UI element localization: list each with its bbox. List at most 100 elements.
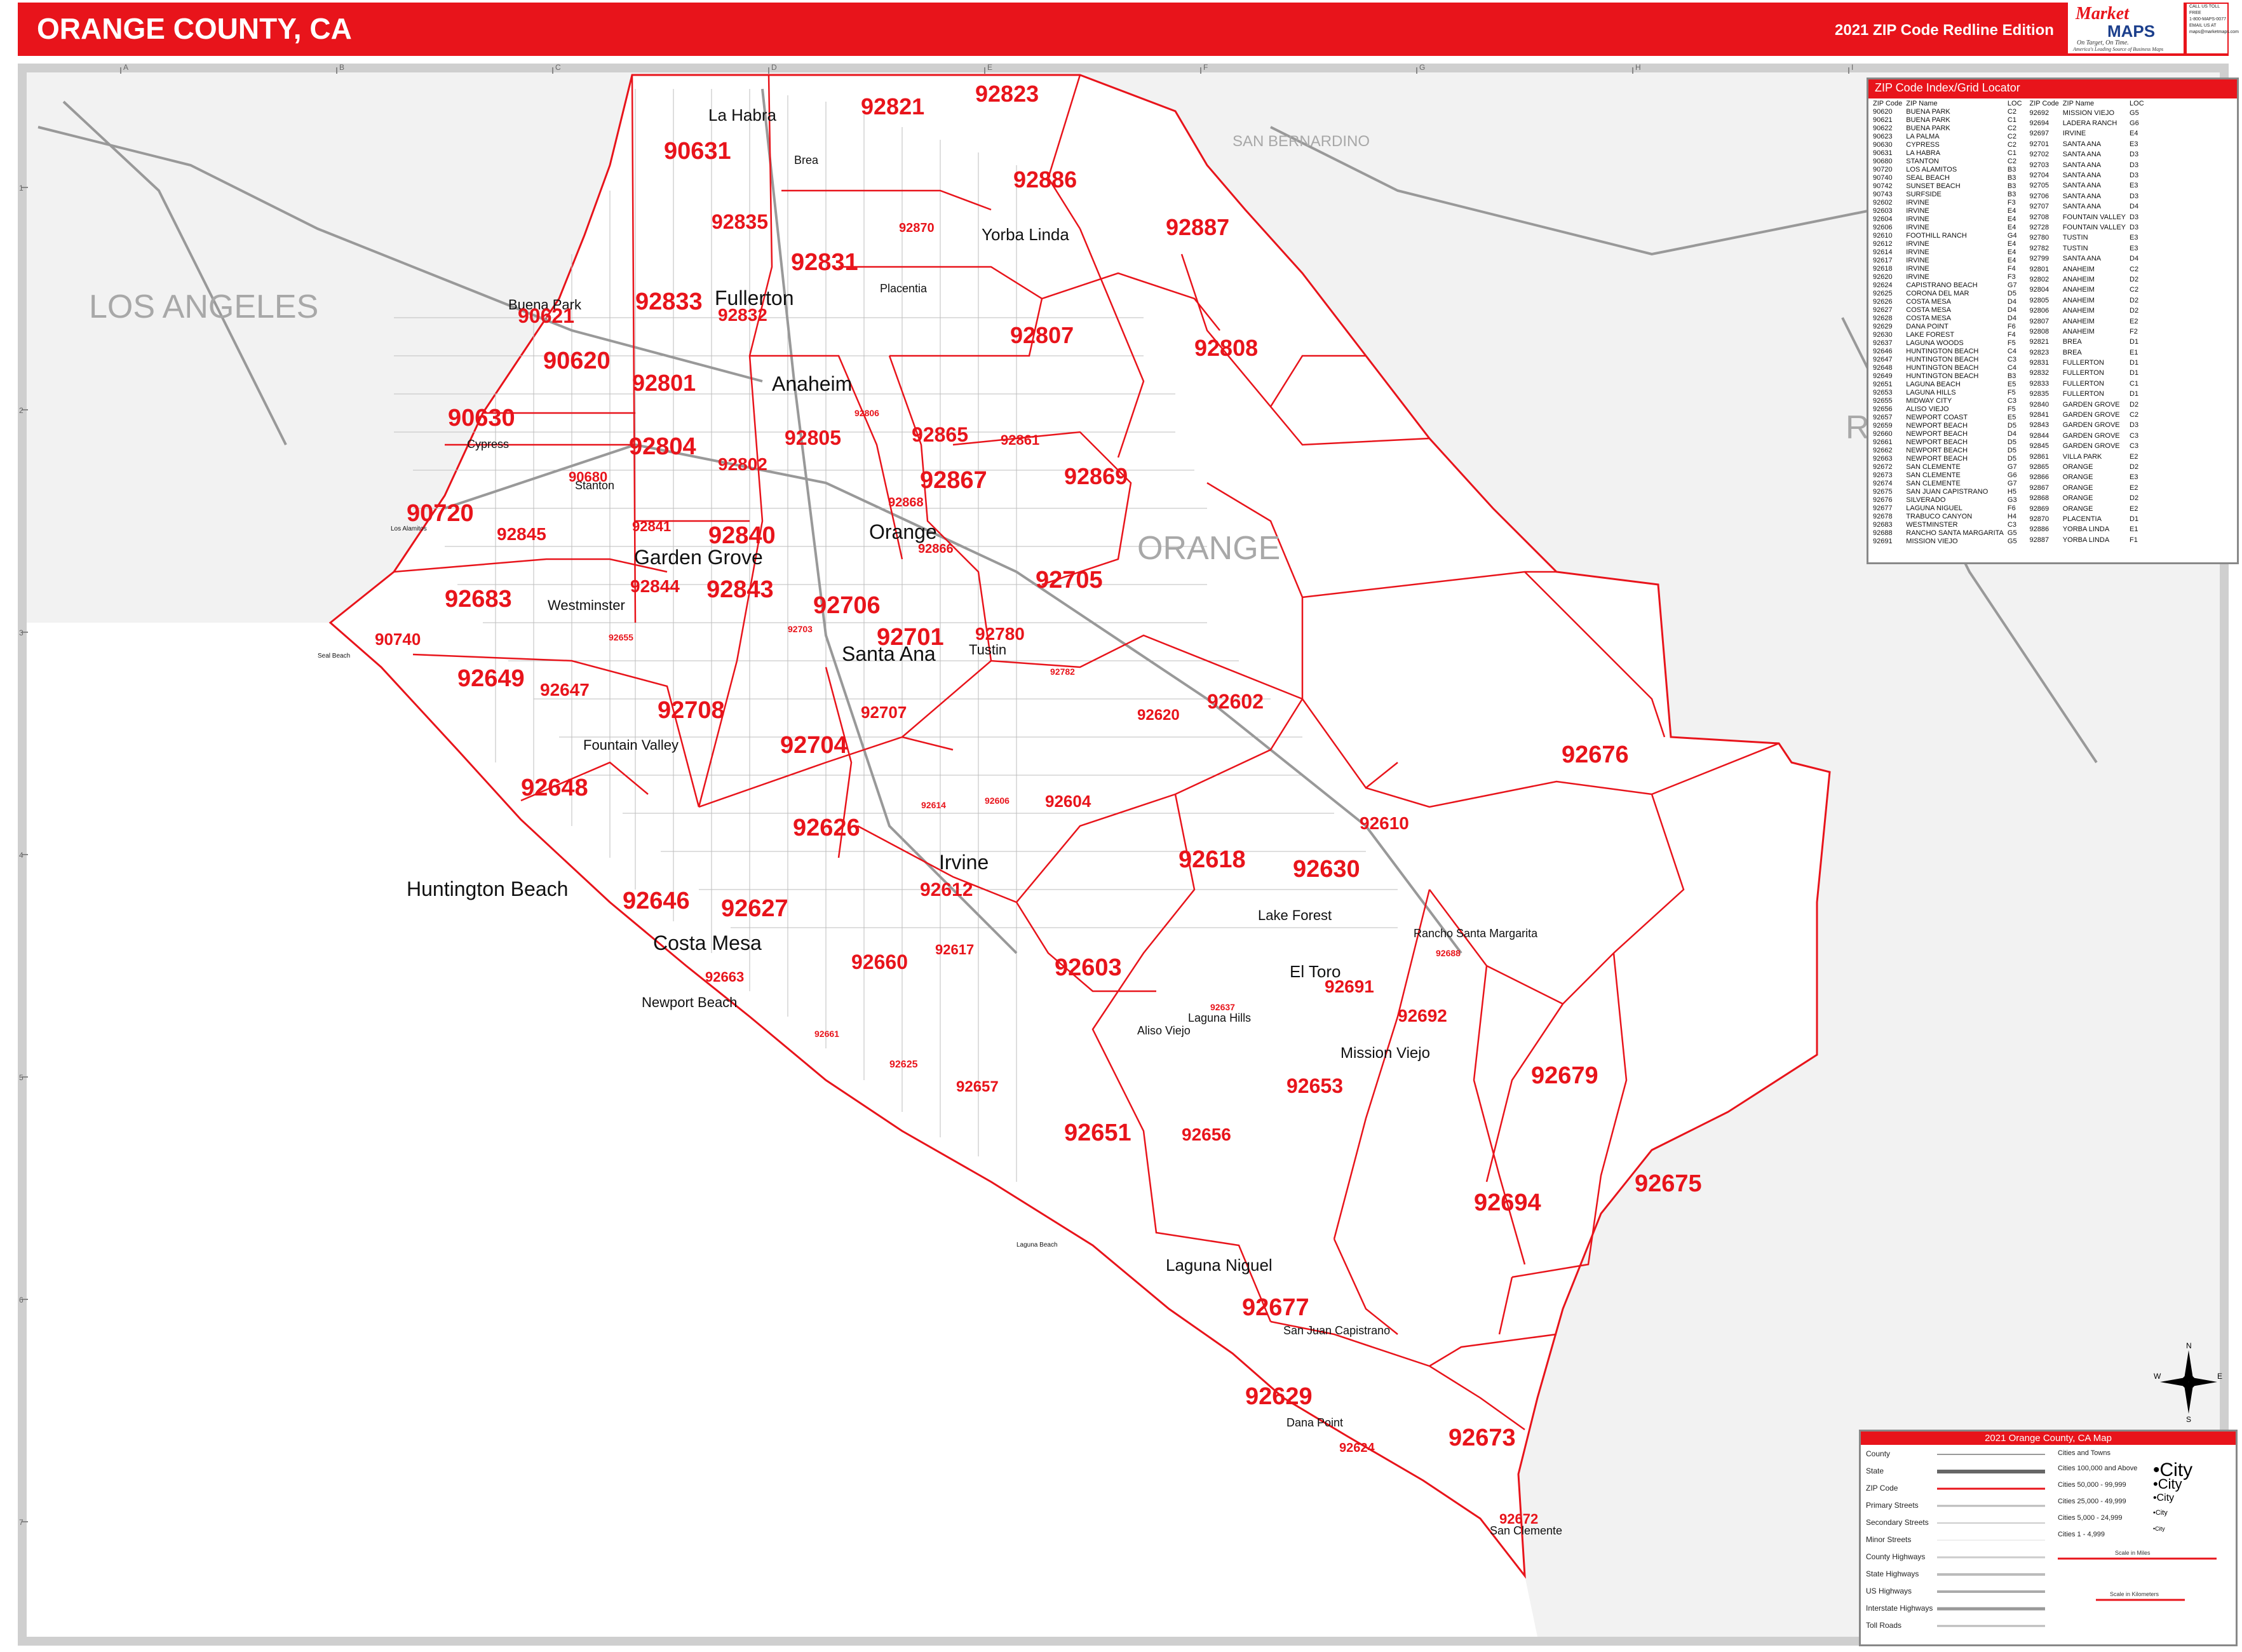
- index-cell: 92655: [1873, 397, 1893, 405]
- index-cell: LA HABRA: [1906, 149, 1941, 157]
- index-cell: MISSION VIEJO: [1906, 538, 1958, 545]
- index-row: 92841 GARDEN GROVE C2: [2028, 410, 2146, 420]
- zip-label: 92630: [1293, 856, 1360, 883]
- index-cell: E4: [2007, 240, 2016, 248]
- zip-label: 90720: [407, 500, 474, 527]
- index-cell: IRVINE: [1906, 207, 1929, 215]
- index-cell: CAPISTRANO BEACH: [1906, 281, 1978, 289]
- index-row: 92886 YORBA LINDA E1: [2028, 525, 2146, 535]
- col-header: LOC: [2007, 100, 2022, 107]
- index-cell: 92780: [2029, 234, 2050, 242]
- index-row: 92625 CORONA DEL MAR D5: [1871, 290, 2024, 298]
- zip-label: 92694: [1474, 1189, 1541, 1216]
- zip-label: 92627: [721, 895, 788, 922]
- index-cell: 92674: [1873, 480, 1893, 487]
- index-cell: C1: [2007, 116, 2016, 124]
- index-cell: HUNTINGTON BEACH: [1906, 348, 1979, 355]
- grid-letter-F: F: [1203, 63, 1208, 72]
- index-row: 92603 IRVINE E4: [1871, 207, 2024, 215]
- index-cell: C2: [2130, 265, 2139, 273]
- index-cell: C1: [2007, 149, 2016, 157]
- zip-label: 92823: [975, 81, 1039, 107]
- index-row: 92627 COSTA MESA D4: [1871, 306, 2024, 315]
- index-cell: NEWPORT BEACH: [1906, 422, 1968, 430]
- index-cell: E3: [2130, 140, 2138, 148]
- index-row: 92843 GARDEN GROVE D3: [2028, 421, 2146, 431]
- index-cell: IRVINE: [1906, 257, 1929, 264]
- zip-label: 92832: [718, 305, 767, 325]
- zip-label: 92804: [629, 433, 696, 460]
- index-row: 92610 FOOTHILL RANCH G4: [1871, 232, 2024, 240]
- grid-letter-E: E: [987, 63, 992, 72]
- zip-label: 92691: [1325, 977, 1374, 996]
- zip-label: 92821: [861, 93, 924, 119]
- grid-number-6: 6: [19, 1296, 24, 1304]
- index-cell: D5: [2007, 447, 2016, 454]
- index-cell: 92807: [2029, 317, 2050, 325]
- index-cell: ORANGE: [2062, 484, 2093, 492]
- index-row: 92651 LAGUNA BEACH E5: [1871, 381, 2024, 389]
- index-cell: D2: [2130, 400, 2139, 409]
- index-cell: IRVINE: [1906, 265, 1929, 273]
- index-cell: SUNSET BEACH: [1906, 182, 1961, 190]
- grid-letter-G: G: [1419, 63, 1425, 72]
- index-row: 92805 ANAHEIM D2: [2028, 295, 2146, 306]
- city-label: Laguna Beach: [1016, 1242, 1058, 1249]
- index-cell: C2: [2007, 141, 2016, 149]
- index-row: 92602 IRVINE F3: [1871, 199, 2024, 207]
- index-cell: 92646: [1873, 348, 1893, 355]
- grid-number-5: 5: [19, 1073, 24, 1082]
- zip-label: 92807: [1010, 322, 1074, 348]
- zip-label: 92649: [457, 665, 525, 692]
- index-cell: F3: [2007, 273, 2016, 281]
- index-cell: 92677: [1873, 504, 1893, 512]
- index-row: 92808 ANAHEIM F2: [2028, 327, 2146, 337]
- index-row: 92656 ALISO VIEJO F5: [1871, 405, 2024, 414]
- index-row: 92637 LAGUNA WOODS F5: [1871, 339, 2024, 348]
- index-cell: 92651: [1873, 381, 1893, 388]
- index-cell: H5: [2007, 488, 2016, 496]
- city-label: Mission Viejo: [1340, 1045, 1430, 1062]
- index-cell: 92805: [2029, 296, 2050, 304]
- index-cell: FULLERTON: [2062, 390, 2104, 398]
- index-cell: D3: [2130, 213, 2139, 221]
- index-cell: 92806: [2029, 307, 2050, 315]
- index-cell: 92835: [2029, 390, 2050, 398]
- region-label: R: [1846, 409, 1870, 446]
- index-cell: 92821: [2029, 338, 2050, 346]
- city-label: Rancho Santa Margarita: [1414, 927, 1538, 940]
- city-label: Yorba Linda: [982, 225, 1069, 244]
- index-cell: LAGUNA BEACH: [1906, 381, 1961, 388]
- index-cell: E2: [2130, 317, 2138, 325]
- index-row: 92672 SAN CLEMENTE G7: [1871, 463, 2024, 471]
- index-cell: IRVINE: [1906, 240, 1929, 248]
- index-cell: 92614: [1873, 248, 1893, 256]
- index-cell: FULLERTON: [2062, 379, 2104, 388]
- index-cell: YORBA LINDA: [2062, 525, 2110, 534]
- zip-label: 92801: [632, 370, 696, 396]
- index-cell: YORBA LINDA: [2062, 536, 2110, 544]
- compass-e: E: [2217, 1372, 2222, 1381]
- index-cell: D3: [2130, 151, 2139, 159]
- index-cell: 92663: [1873, 455, 1893, 463]
- index-cell: E4: [2007, 257, 2016, 264]
- zip-label: 92651: [1064, 1120, 1131, 1146]
- index-cell: F4: [2007, 265, 2016, 273]
- index-cell: 92870: [2029, 515, 2050, 523]
- zip-label: 92688: [1436, 948, 1461, 958]
- index-cell: 92705: [2029, 182, 2050, 190]
- index-row: 92728 FOUNTAIN VALLEY D3: [2028, 222, 2146, 233]
- index-cell: C3: [2007, 356, 2016, 363]
- index-cell: 92653: [1873, 389, 1893, 396]
- index-row: 90622 BUENA PARK C2: [1871, 125, 2024, 133]
- index-cell: SANTA ANA: [2062, 255, 2102, 263]
- zip-label: 92661: [814, 1029, 839, 1039]
- index-cell: D1: [2130, 359, 2139, 367]
- index-cell: HUNTINGTON BEACH: [1906, 364, 1979, 372]
- index-cell: 92843: [2029, 421, 2050, 430]
- index-cell: FULLERTON: [2062, 369, 2104, 377]
- index-row: 92655 MIDWAY CITY C3: [1871, 397, 2024, 405]
- index-row: 92840 GARDEN GROVE D2: [2028, 400, 2146, 410]
- index-cell: B3: [2007, 174, 2016, 182]
- index-cell: 90720: [1873, 166, 1893, 173]
